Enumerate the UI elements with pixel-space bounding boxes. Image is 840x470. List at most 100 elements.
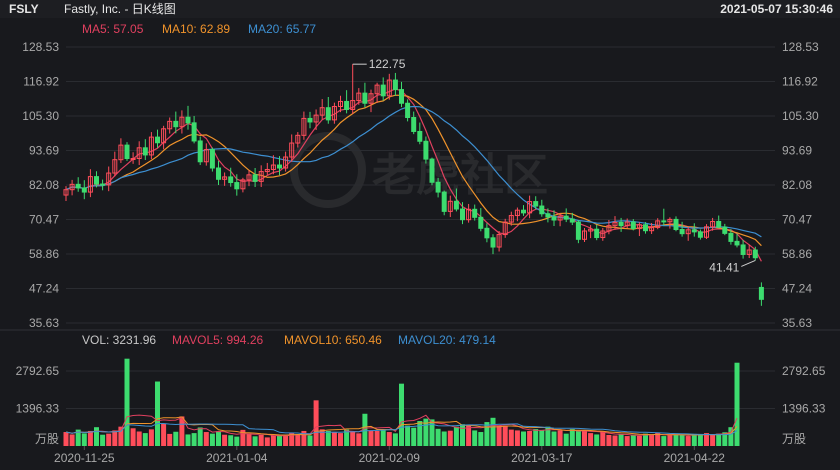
volume-bar [270,435,276,446]
volume-bar [466,425,472,446]
volume-bar [222,434,228,446]
volume-bar [478,432,484,446]
price-tick-left: 58.86 [29,247,59,261]
volume-bar [734,362,740,446]
volume-bar [551,431,557,446]
candle-body [484,227,490,239]
price-tick-left: 82.08 [29,178,59,192]
volume-bar [203,432,209,446]
candle-body [417,130,423,142]
volume-bar [331,432,337,446]
price-tick-right: 105.30 [782,109,819,123]
candle-body [142,147,148,156]
volume-bar [313,400,319,446]
volume-bar [600,431,606,446]
volume-bar [612,435,618,446]
candle-body [405,102,411,119]
high-label: 122.75 [369,57,406,71]
candle-body [344,100,350,110]
watermark-text: 老虎社区 [372,151,548,200]
ma20-legend: MA20: 65.77 [248,22,316,36]
price-tick-left: 35.63 [29,316,59,330]
volume-bar [63,432,69,446]
volume-bar [606,434,612,446]
candle-body [191,122,197,142]
candle-body [429,158,435,183]
volume-bar [94,427,99,446]
date-tick-label: 2020-11-25 [54,451,115,465]
volume-bar [673,434,679,446]
candle-body [277,164,282,169]
candle-body [679,229,685,235]
date-tick-label: 2021-03-17 [511,451,573,465]
volume-bar [460,424,465,446]
price-tick-right: 128.53 [782,40,819,54]
volume-bar [209,433,215,446]
candle-body [472,208,478,218]
volume-bar [325,430,331,446]
volume-bar [87,430,93,446]
candle-body [130,157,136,160]
price-tick-right: 58.86 [782,247,812,261]
candle-body [228,176,234,184]
volume-tick-right: 2792.65 [782,364,826,378]
price-tick-right: 47.24 [782,282,812,296]
candle-body [673,218,679,231]
candle-body [740,244,746,255]
volume-bar [691,433,697,446]
volume-bar [502,426,508,446]
volume-unit-left: 万股 [35,432,59,446]
volume-bar [417,421,423,446]
date-tick-label: 2021-01-04 [206,451,268,465]
candle-body [490,237,496,248]
vol-legend: VOL: 3231.96 [82,333,156,347]
candle-body [575,221,581,240]
volume-bar [380,429,386,446]
volume-bar [386,432,392,446]
volume-bar [472,430,478,446]
chart-title: Fastly, Inc. - 日K线图 [64,2,176,16]
candle-body [155,136,160,144]
price-tick-right: 70.47 [782,212,812,226]
volume-bar [374,430,380,446]
volume-bar [142,433,148,446]
candle-body [545,213,551,218]
volume-tick-left: 1396.33 [16,401,60,415]
volume-bar [191,433,197,446]
volume-bar [216,431,221,446]
candle-body [569,218,575,223]
volume-bar [252,436,258,446]
volume-bar [508,429,514,446]
candle-body [539,205,545,215]
volume-bar [728,427,734,446]
candle-body [399,89,404,104]
candle-body [197,140,203,163]
volume-bar [295,434,301,446]
candle-body [618,221,624,227]
volume-bar [716,433,722,446]
candle-body [185,116,191,124]
volume-bar [533,429,539,446]
volume-bar [368,430,374,446]
candle-body [734,240,740,246]
volume-bar [197,427,203,446]
volume-bar [582,430,587,446]
price-tick-right: 35.63 [782,316,812,330]
volume-bar [618,434,624,446]
volume-bar [258,434,264,446]
volume-bar [441,431,447,446]
candle-body [411,117,417,132]
volume-bar [405,425,411,446]
candle-body [94,176,99,185]
volume-bar [283,435,289,446]
volume-unit-right: 万股 [782,432,806,446]
price-tick-right: 93.69 [782,144,812,158]
volume-bar [173,431,179,446]
stock-chart: FSLY Fastly, Inc. - 日K线图 2021-05-07 15:3… [0,0,840,470]
price-tick-left: 105.30 [22,109,59,123]
volume-tick-right: 1396.33 [782,401,826,415]
candle-body [661,220,667,223]
volume-bar [447,430,453,446]
volume-bar [490,417,496,446]
volume-bar [185,434,191,446]
